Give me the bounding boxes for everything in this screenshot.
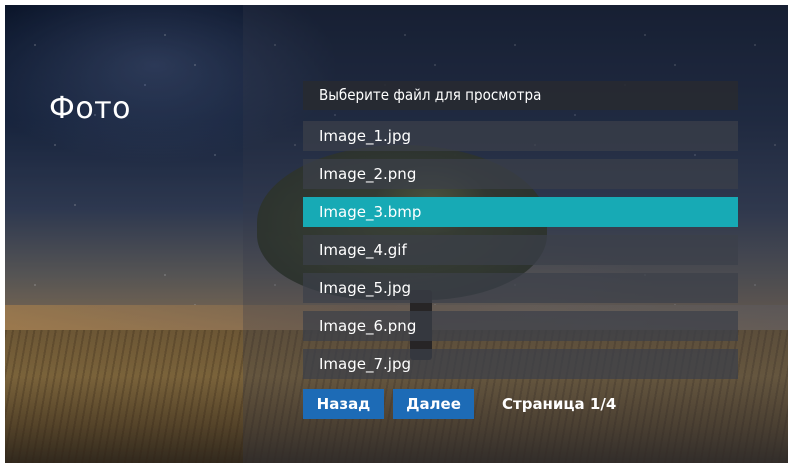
next-button[interactable]: Далее bbox=[393, 389, 474, 419]
file-list-item-selected[interactable]: Image_3.bmp bbox=[303, 197, 738, 227]
file-list-item[interactable]: Image_5.jpg bbox=[303, 273, 738, 303]
file-list-item[interactable]: Image_6.png bbox=[303, 311, 738, 341]
file-list-item[interactable]: Image_4.gif bbox=[303, 235, 738, 265]
page-indicator: Страница 1/4 bbox=[502, 395, 617, 413]
page-title: Фото bbox=[49, 91, 132, 126]
back-button[interactable]: Назад bbox=[303, 389, 384, 419]
file-list-item[interactable]: Image_7.jpg bbox=[303, 349, 738, 379]
left-panel bbox=[5, 5, 243, 463]
file-list-item[interactable]: Image_1.jpg bbox=[303, 121, 738, 151]
file-list-item[interactable]: Image_2.png bbox=[303, 159, 738, 189]
screen: Фото Выберите файл для просмотра Image_1… bbox=[5, 5, 788, 463]
file-list-header: Выберите файл для просмотра bbox=[303, 81, 738, 110]
